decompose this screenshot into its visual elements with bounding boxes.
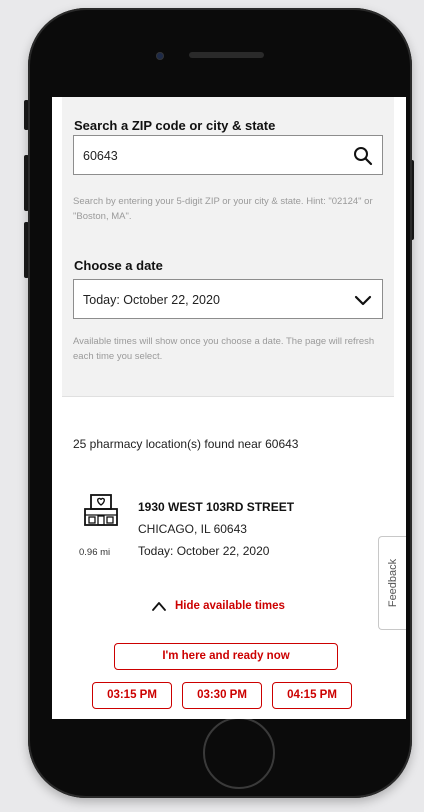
feedback-tab[interactable]: Feedback — [378, 536, 406, 630]
zip-search-value: 60643 — [83, 149, 118, 163]
date-hint: Available times will show once you choos… — [73, 336, 375, 362]
store-city: CHICAGO, IL 60643 — [138, 522, 247, 536]
chevron-down-icon — [354, 295, 372, 306]
pharmacy-store-icon — [84, 494, 118, 526]
ready-now-button[interactable]: I'm here and ready now — [114, 643, 338, 670]
store-date: Today: October 22, 2020 — [138, 544, 270, 558]
time-slot-button[interactable]: 03:15 PM — [92, 682, 172, 709]
chevron-up-icon — [152, 602, 166, 611]
search-label: Search a ZIP code or city & state — [74, 118, 276, 133]
date-select-value: Today: October 22, 2020 — [83, 293, 220, 307]
zip-search-input[interactable]: 60643 — [73, 135, 383, 175]
time-slot-button[interactable]: 04:15 PM — [272, 682, 352, 709]
phone-screen: Search a ZIP code or city & state 60643 … — [52, 97, 406, 719]
earpiece-speaker — [189, 52, 264, 58]
hide-times-toggle[interactable]: Hide available times — [152, 600, 285, 612]
store-address: 1930 WEST 103RD STREET — [138, 500, 295, 514]
search-icon[interactable] — [352, 145, 374, 167]
results-count: 25 pharmacy location(s) found near 60643 — [73, 437, 299, 451]
home-button[interactable] — [203, 717, 275, 789]
search-hint: Search by entering your 5-digit ZIP or y… — [73, 196, 373, 222]
front-camera — [156, 52, 164, 60]
date-select[interactable]: Today: October 22, 2020 — [73, 279, 383, 319]
search-panel: Search a ZIP code or city & state 60643 … — [62, 97, 394, 397]
feedback-label: Feedback — [386, 558, 399, 608]
date-label: Choose a date — [74, 258, 163, 273]
time-slot-button[interactable]: 03:30 PM — [182, 682, 262, 709]
hide-times-label: Hide available times — [175, 600, 285, 612]
store-distance: 0.96 mi — [79, 547, 111, 558]
